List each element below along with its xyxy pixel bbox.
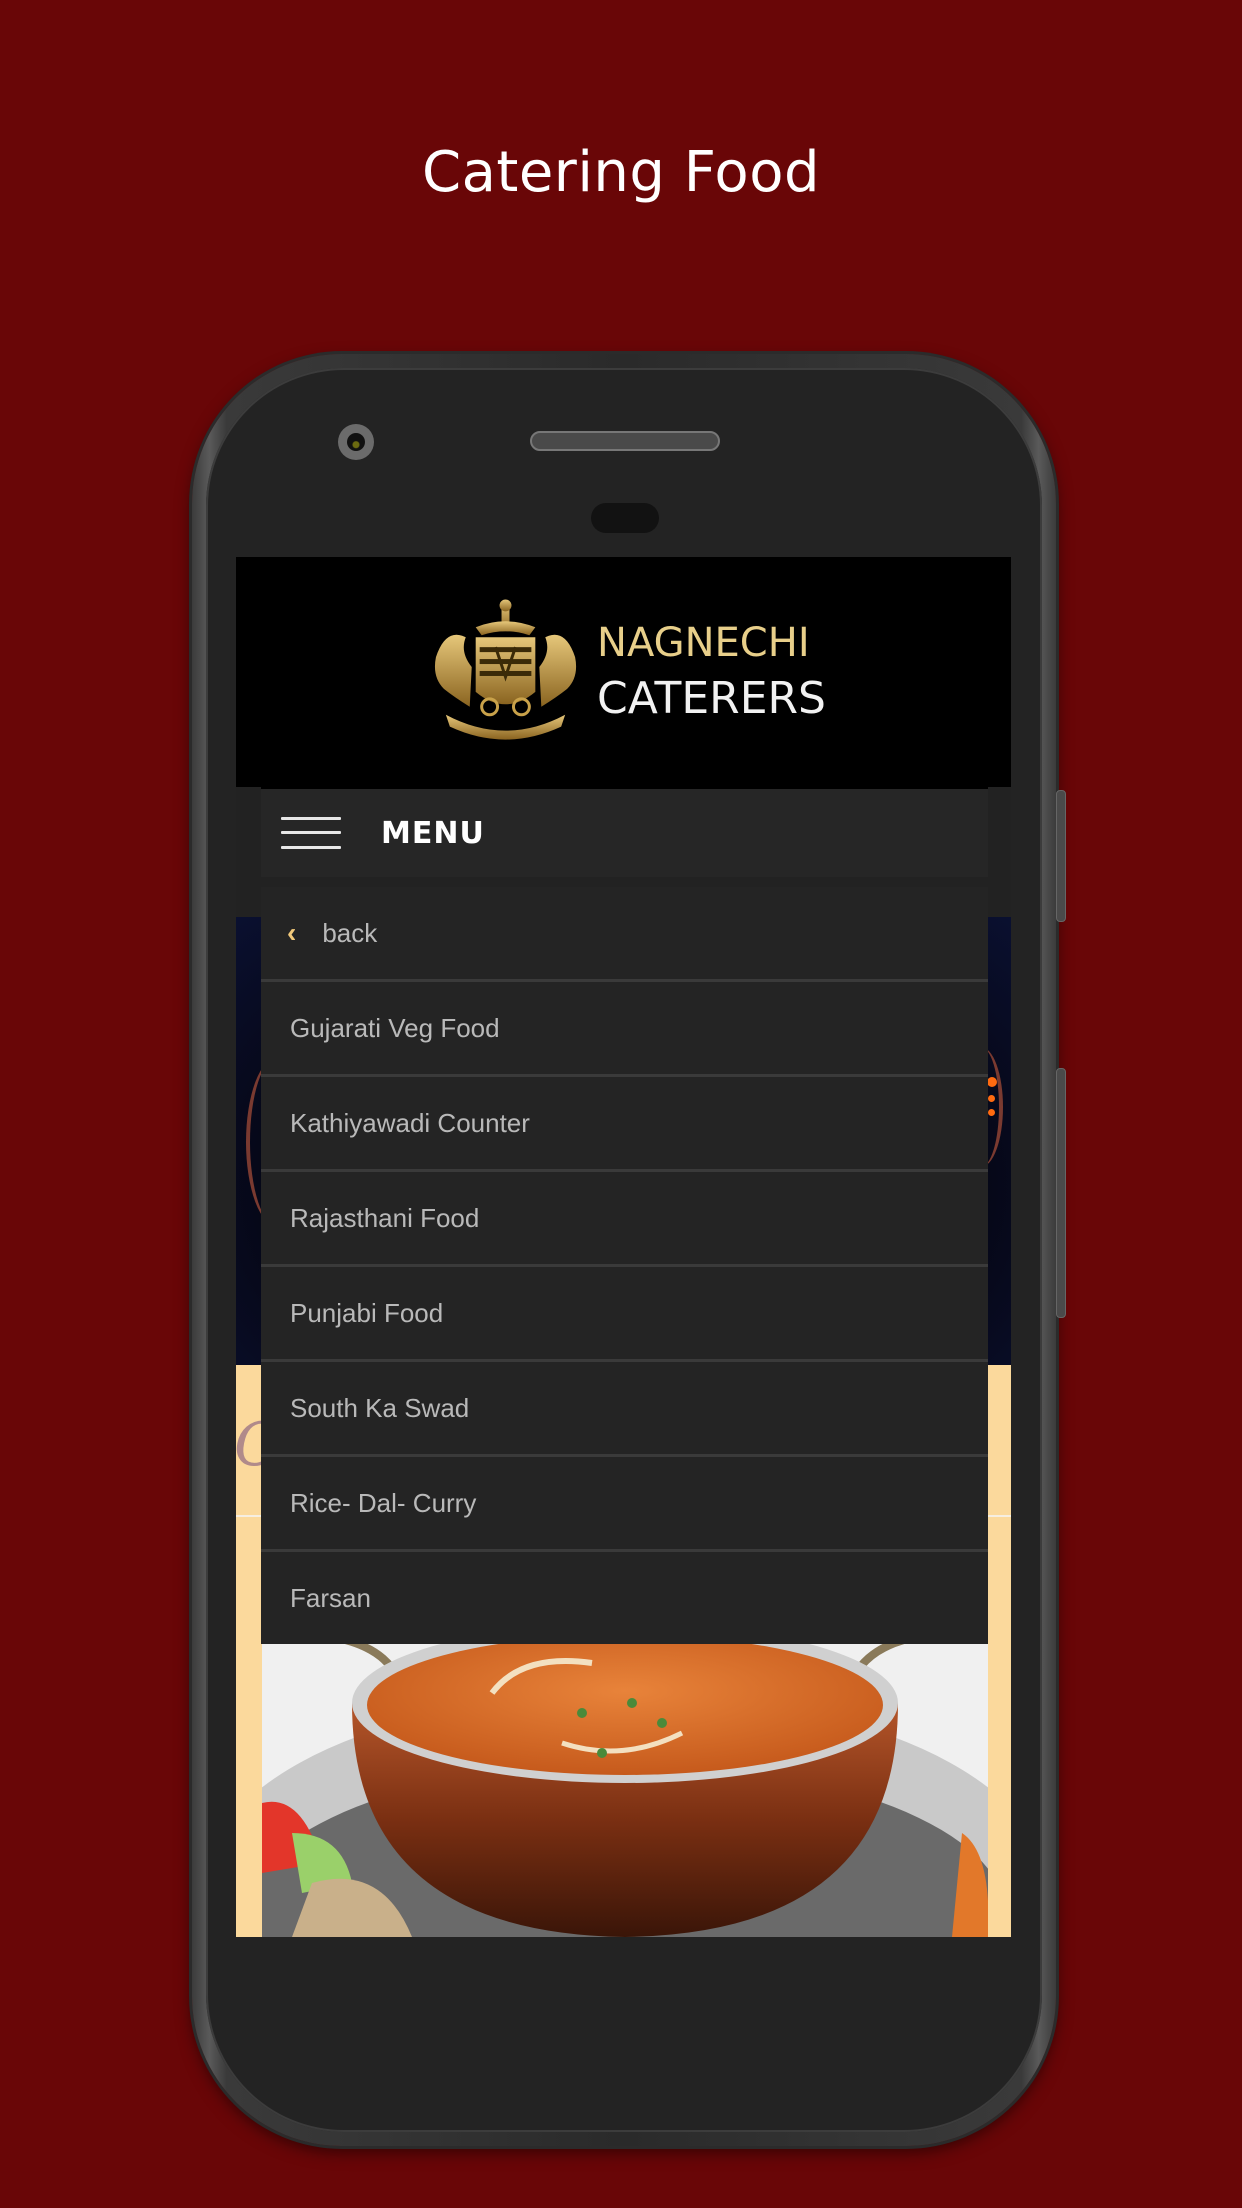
hamburger-icon[interactable] [281, 815, 341, 851]
menu-item-label: Rice- Dal- Curry [290, 1487, 477, 1518]
hero-light-dot [988, 1109, 995, 1116]
menu-back-label: back [322, 917, 378, 948]
app-screen: NAGNECHI CATERERS C MENU ‹ back Gujarati… [236, 557, 1011, 1937]
brand-name-line1: NAGNECHI [597, 620, 810, 666]
phone-volume-button [1056, 1068, 1066, 1318]
proximity-sensor [591, 503, 659, 533]
curry-bowl-image[interactable] [262, 1633, 988, 1937]
hero-light-dot [987, 1077, 997, 1087]
brand-logo[interactable]: NAGNECHI CATERERS [426, 597, 826, 747]
hero-light-dot [988, 1095, 995, 1102]
app-header: NAGNECHI CATERERS [236, 557, 1011, 787]
menu-back-button[interactable]: ‹ back [261, 887, 988, 982]
page-title: Catering Food [421, 140, 821, 205]
brand-name-line2: CATERERS [597, 673, 826, 724]
menu-item-label: Punjabi Food [290, 1297, 444, 1328]
chevron-left-icon: ‹ [287, 917, 297, 948]
menu-item-label: Farsan [290, 1582, 371, 1613]
menu-item-gujarati-veg-food[interactable]: Gujarati Veg Food [261, 982, 988, 1077]
menu-dropdown: ‹ back Gujarati Veg Food Kathiyawadi Cou… [261, 887, 988, 1644]
front-camera-icon [338, 424, 374, 460]
menu-item-kathiyawadi-counter[interactable]: Kathiyawadi Counter [261, 1077, 988, 1172]
menu-item-label: South Ka Swad [290, 1392, 470, 1423]
menu-item-rice-dal-curry[interactable]: Rice- Dal- Curry [261, 1457, 988, 1552]
menu-item-rajasthani-food[interactable]: Rajasthani Food [261, 1172, 988, 1267]
curry-bowl-illustration [262, 1633, 988, 1937]
royal-crest-icon [434, 599, 577, 740]
menu-item-punjabi-food[interactable]: Punjabi Food [261, 1267, 988, 1362]
menu-item-label: Gujarati Veg Food [290, 1012, 500, 1043]
menu-item-farsan[interactable]: Farsan [261, 1552, 988, 1644]
menu-item-label: Rajasthani Food [290, 1202, 480, 1233]
menu-label: MENU [381, 815, 485, 851]
phone-power-button [1056, 790, 1066, 922]
earpiece-speaker [530, 431, 720, 451]
menu-toggle-bar[interactable]: MENU [261, 787, 988, 877]
menu-item-south-ka-swad[interactable]: South Ka Swad [261, 1362, 988, 1457]
menu-item-label: Kathiyawadi Counter [290, 1107, 530, 1138]
